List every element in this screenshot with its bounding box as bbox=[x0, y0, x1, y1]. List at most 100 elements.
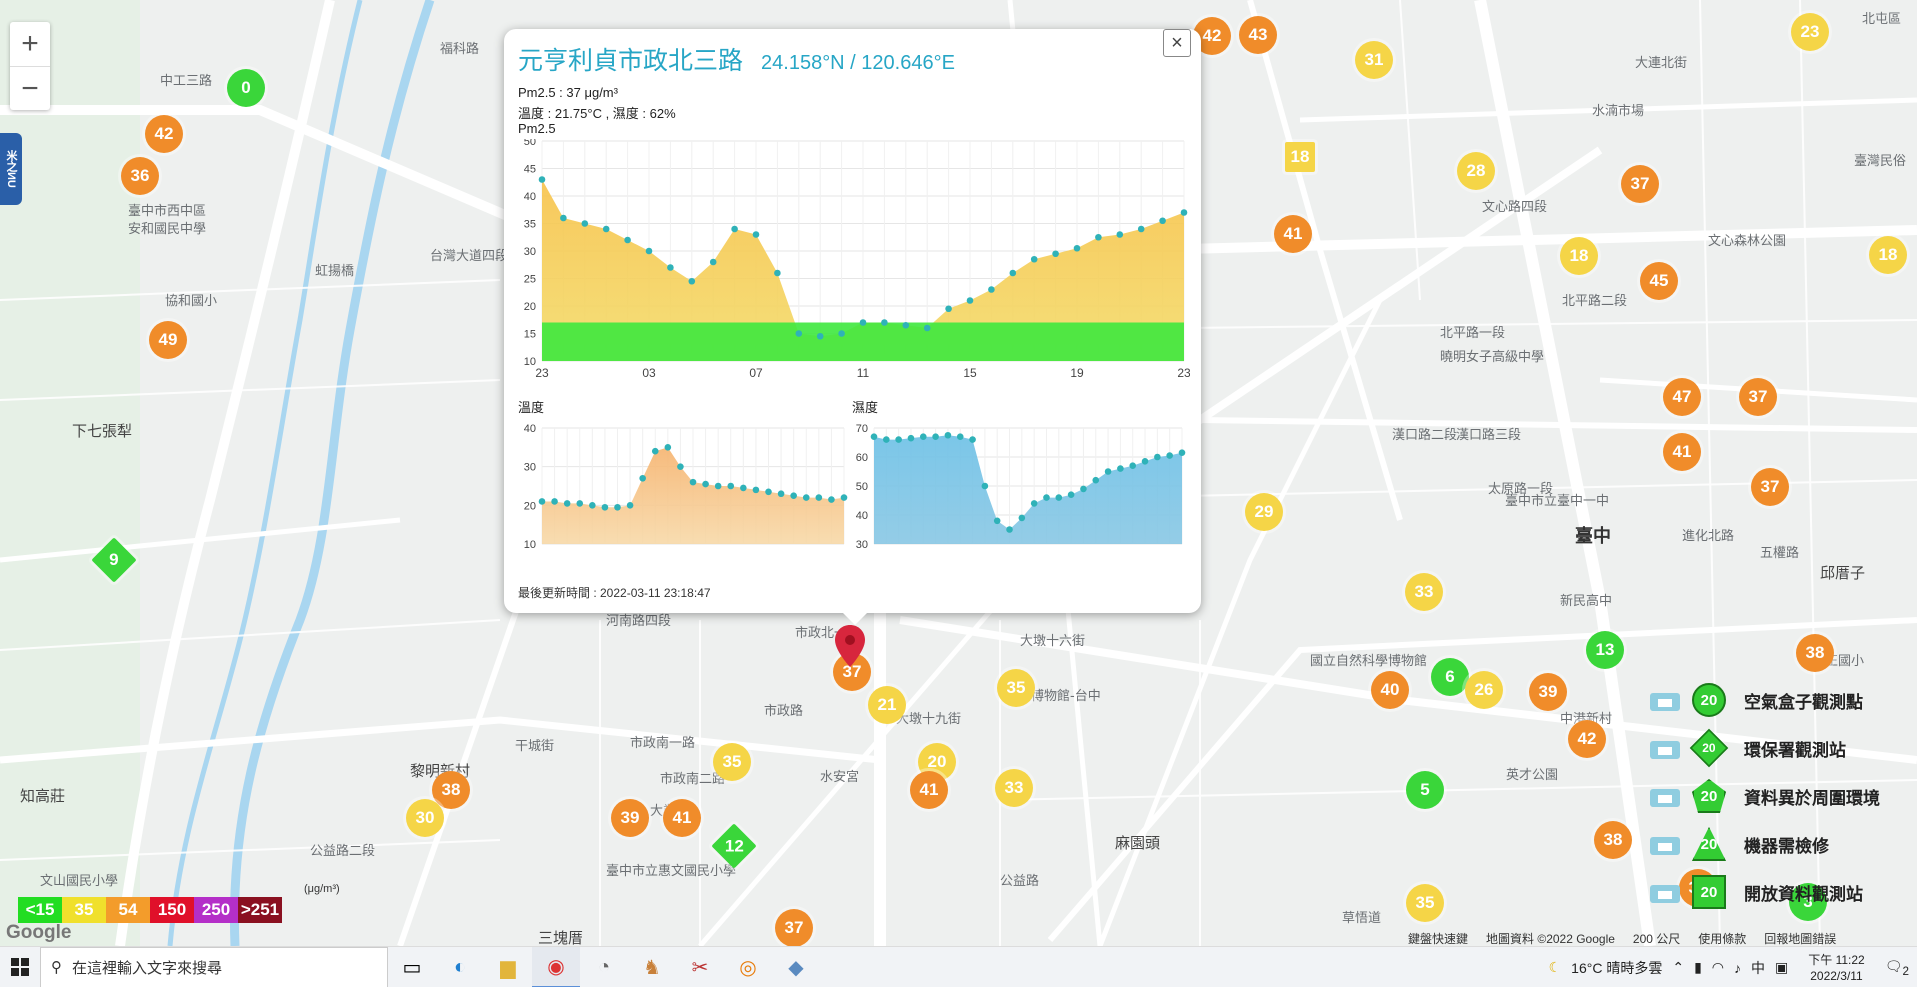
station-marker[interactable]: 29 bbox=[1245, 493, 1283, 531]
station-marker[interactable]: 39 bbox=[1529, 673, 1567, 711]
station-marker[interactable]: 42 bbox=[1568, 720, 1606, 758]
popup-title: 元亨利貞市政北三路 24.158°N / 120.646°E bbox=[518, 41, 955, 77]
temperature-chart: 10 20 30 40 bbox=[524, 423, 848, 551]
attribution-link[interactable]: 200 公尺 bbox=[1633, 930, 1680, 946]
app-icon-scissors[interactable]: ✂ bbox=[676, 947, 724, 987]
station-marker[interactable]: 33 bbox=[995, 769, 1033, 807]
station-marker-value: 37 bbox=[1760, 477, 1780, 496]
station-marker[interactable]: 31 bbox=[1355, 41, 1393, 79]
station-marker[interactable]: 0 bbox=[227, 69, 265, 107]
selected-location-pin[interactable] bbox=[835, 625, 865, 667]
battery-icon[interactable]: ▮ bbox=[1694, 959, 1702, 976]
side-panel-tab[interactable]: 米之ИU bbox=[0, 133, 22, 205]
data-point bbox=[581, 220, 589, 227]
station-marker[interactable]: 26 bbox=[1465, 671, 1503, 709]
station-marker[interactable]: 41 bbox=[1663, 433, 1701, 471]
station-marker[interactable]: 37 bbox=[1751, 468, 1789, 506]
station-marker[interactable]: 45 bbox=[1640, 262, 1678, 300]
station-marker[interactable]: 37 bbox=[1621, 165, 1659, 203]
map-place-label: 國立自然科學博物館 bbox=[1310, 654, 1428, 669]
zoom-out-button[interactable]: − bbox=[10, 66, 50, 110]
wifi-icon[interactable]: ◠ bbox=[1712, 959, 1724, 976]
volume-icon[interactable]: ♪ bbox=[1734, 960, 1741, 976]
ime-mode-icon[interactable]: ▣ bbox=[1775, 959, 1788, 976]
attribution-link[interactable]: 回報地圖錯誤 bbox=[1764, 930, 1836, 946]
data-point bbox=[727, 482, 735, 490]
weather-status[interactable]: 16°C 晴時多雲 bbox=[1571, 958, 1662, 978]
data-point bbox=[870, 433, 878, 440]
map-place-label: 草悟道 bbox=[1342, 911, 1382, 926]
map-place-label: 台灣大道四段 bbox=[430, 249, 509, 264]
y-tick-label: 20 bbox=[524, 301, 536, 313]
station-marker[interactable]: 36 bbox=[121, 157, 159, 195]
app-icon-cube[interactable]: ◆ bbox=[772, 947, 820, 987]
edge-browser-icon[interactable]: ◐ bbox=[436, 947, 484, 987]
station-marker[interactable]: 35 bbox=[713, 743, 751, 781]
map-place-label: 臺中市西中區 bbox=[128, 204, 207, 219]
data-point bbox=[538, 176, 546, 183]
station-marker[interactable]: 23 bbox=[1791, 13, 1829, 51]
task-view-icon[interactable]: ▭ bbox=[388, 947, 436, 987]
station-marker[interactable]: 40 bbox=[1371, 671, 1409, 709]
station-marker[interactable]: 41 bbox=[663, 799, 701, 837]
station-marker[interactable]: 37 bbox=[1739, 378, 1777, 416]
map-place-label: 虹揚橋 bbox=[315, 264, 355, 279]
station-marker[interactable]: 21 bbox=[868, 686, 906, 724]
app-icon-gauge[interactable]: ◔ bbox=[580, 947, 628, 987]
station-marker[interactable]: 33 bbox=[1405, 573, 1443, 611]
station-marker[interactable]: 6 bbox=[1431, 658, 1469, 696]
close-popup-button[interactable]: × bbox=[1163, 29, 1191, 57]
app-icon-fox[interactable]: ♞ bbox=[628, 947, 676, 987]
station-marker[interactable]: 5 bbox=[1406, 771, 1444, 809]
data-point bbox=[1137, 225, 1145, 233]
data-point bbox=[895, 436, 902, 443]
station-marker-value: 18 bbox=[1290, 147, 1310, 166]
station-marker[interactable]: 42 bbox=[145, 115, 183, 153]
station-marker[interactable]: 13 bbox=[1586, 631, 1624, 669]
station-marker-value: 18 bbox=[1569, 246, 1589, 265]
map-place-label: 漢口路三段 bbox=[1456, 428, 1522, 443]
attribution-link[interactable]: 使用條款 bbox=[1698, 930, 1746, 946]
tray-chevron-up-icon[interactable]: ⌃ bbox=[1672, 959, 1684, 976]
station-marker[interactable]: 43 bbox=[1239, 16, 1277, 54]
station-marker[interactable]: 49 bbox=[149, 321, 187, 359]
station-marker[interactable]: 30 bbox=[406, 799, 444, 837]
start-button[interactable] bbox=[0, 947, 40, 987]
station-marker[interactable]: 39 bbox=[611, 799, 649, 837]
station-marker[interactable]: 37 bbox=[775, 909, 813, 946]
station-marker[interactable]: 18 bbox=[1869, 236, 1907, 274]
station-marker[interactable]: 41 bbox=[1274, 215, 1312, 253]
file-explorer-icon[interactable]: ▆ bbox=[484, 947, 532, 987]
station-marker[interactable]: 47 bbox=[1663, 378, 1701, 416]
notification-center-icon[interactable]: 🗨︎2 bbox=[1885, 958, 1909, 978]
station-marker[interactable]: 28 bbox=[1457, 152, 1495, 190]
station-marker[interactable]: 35 bbox=[997, 669, 1035, 707]
data-point bbox=[602, 225, 610, 233]
chrome-browser-icon[interactable]: ◉ bbox=[532, 946, 580, 987]
station-marker[interactable]: 18 bbox=[1560, 237, 1598, 275]
station-marker[interactable]: 38 bbox=[1796, 634, 1834, 672]
station-marker[interactable]: 35 bbox=[1406, 884, 1444, 922]
taskbar-search-input[interactable]: ⚲ 在這裡輸入文字來搜尋 bbox=[40, 946, 388, 987]
station-type-badge: 20 bbox=[1689, 728, 1729, 768]
last-updated-time: 最後更新時間 : 2022-03-11 23:18:47 bbox=[518, 586, 711, 600]
map-place-label: 新民高中 bbox=[1560, 594, 1613, 609]
data-point bbox=[1067, 491, 1075, 498]
data-point bbox=[645, 247, 653, 255]
attribution-link[interactable]: 鍵盤快速鍵 bbox=[1408, 930, 1468, 946]
attribution-link[interactable]: 地圖資料 ©2022 Google bbox=[1486, 930, 1615, 946]
zoom-in-button[interactable]: + bbox=[10, 22, 50, 66]
system-clock[interactable]: 下午 11:22 2022/3/11 bbox=[1808, 952, 1864, 984]
map-canvas[interactable]: 北屯區 福科路 中工三路 臺中市西中區 安和國民中學 協和國小 下七張犁 黎明新村 知高莊 文山國… bbox=[0, 0, 1917, 946]
station-marker[interactable]: 41 bbox=[910, 771, 948, 809]
x-tick-label: 23 bbox=[1177, 366, 1190, 380]
station-marker[interactable]: 38 bbox=[1594, 821, 1632, 859]
data-point bbox=[1030, 500, 1038, 507]
y-tick-label: 10 bbox=[524, 539, 536, 551]
station-marker-value: 41 bbox=[672, 808, 692, 827]
ime-indicator[interactable]: 中 bbox=[1751, 958, 1765, 978]
blender-icon[interactable]: ◎ bbox=[724, 947, 772, 987]
station-marker-value: 35 bbox=[1415, 893, 1435, 912]
station-marker[interactable]: 18 bbox=[1285, 142, 1315, 172]
station-marker-value: 35 bbox=[722, 752, 742, 771]
